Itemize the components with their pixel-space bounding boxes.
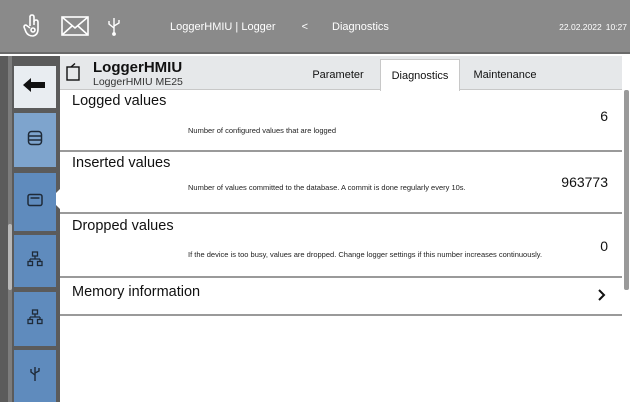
row-title: Inserted values <box>72 155 171 171</box>
sidebar <box>0 56 60 402</box>
main-content: LoggerHMIU LoggerHMIU ME25 Parameter Dia… <box>60 56 630 402</box>
breadcrumb-page: Diagnostics <box>332 21 389 33</box>
user-hand-icon[interactable] <box>18 11 48 41</box>
list-item-logged-values[interactable]: Logged values Number of configured value… <box>60 90 622 152</box>
date-label: 22.02.2022 <box>559 22 602 32</box>
usb-icon[interactable] <box>102 11 126 41</box>
row-value: 963773 <box>561 174 608 190</box>
device-header: LoggerHMIU LoggerHMIU ME25 Parameter Dia… <box>60 56 622 91</box>
tab-diagnostics[interactable]: Diagnostics <box>380 59 460 91</box>
time-label: 10:27 <box>605 22 627 32</box>
chevron-right-icon <box>598 288 606 306</box>
card-icon <box>27 193 43 212</box>
back-button[interactable] <box>14 66 56 108</box>
breadcrumb-app[interactable]: LoggerHMIU | Logger <box>170 21 276 33</box>
top-bar: LoggerHMIU | Logger < Diagnostics 22.02.… <box>0 0 630 54</box>
tab-maintenance[interactable]: Maintenance <box>464 59 546 90</box>
datetime: 22.02.2022 10:27 <box>559 0 627 54</box>
database-icon <box>27 130 43 151</box>
back-arrow-icon <box>23 77 47 97</box>
row-description: Number of values committed to the databa… <box>188 183 466 192</box>
device-icon <box>66 62 82 86</box>
network-icon <box>27 250 43 272</box>
list-item-memory-information[interactable]: Memory information <box>60 278 622 316</box>
row-value: 0 <box>600 238 608 254</box>
list-item-dropped-values[interactable]: Dropped values If the device is too busy… <box>60 214 622 278</box>
breadcrumb-separator: < <box>301 21 309 33</box>
row-title: Dropped values <box>72 218 174 234</box>
app-window: LoggerHMIU | Logger < Diagnostics 22.02.… <box>0 0 630 402</box>
sidebar-scrollbar[interactable] <box>8 224 12 290</box>
sidebar-item-network-1[interactable] <box>14 235 56 287</box>
row-value: 6 <box>600 108 608 124</box>
breadcrumb: LoggerHMIU | Logger < Diagnostics <box>170 0 389 54</box>
content-scrollbar[interactable] <box>624 90 629 290</box>
row-description: Number of configured values that are log… <box>188 126 337 135</box>
network-icon <box>27 308 43 330</box>
row-title: Memory information <box>72 284 201 300</box>
list-item-inserted-values[interactable]: Inserted values Number of values committ… <box>60 152 622 214</box>
mail-icon[interactable] <box>57 11 93 41</box>
sidebar-item-usb[interactable] <box>14 350 56 402</box>
sidebar-item-network-2[interactable] <box>14 292 56 346</box>
sidebar-item-database[interactable] <box>14 113 56 167</box>
device-name: LoggerHMIU <box>93 59 183 76</box>
device-model: LoggerHMIU ME25 <box>93 76 183 88</box>
usb-icon <box>29 365 41 388</box>
tab-parameter[interactable]: Parameter <box>298 59 378 90</box>
row-title: Logged values <box>72 93 167 109</box>
sidebar-item-card[interactable] <box>14 173 56 231</box>
row-description: If the device is too busy, values are dr… <box>188 250 543 259</box>
